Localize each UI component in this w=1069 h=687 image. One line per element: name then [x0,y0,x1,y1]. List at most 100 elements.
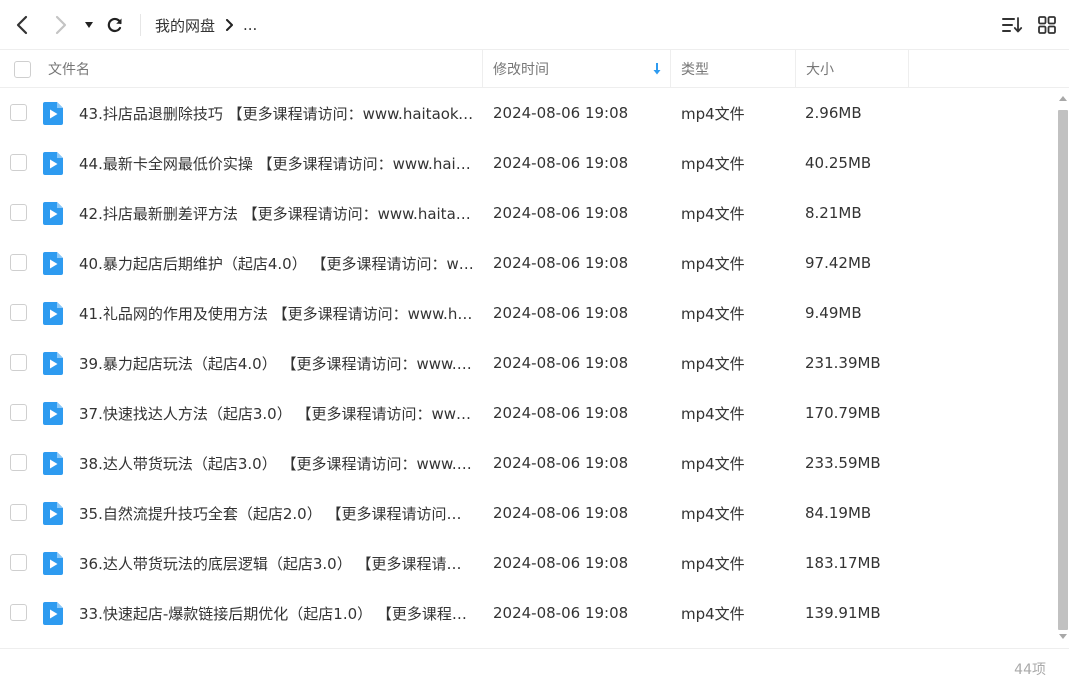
file-name[interactable]: 37.快速找达人方法（起店3.0） 【更多课程请访问：www.haitaoke.… [79,388,474,438]
file-name[interactable]: 33.快速起店-爆款链接后期优化（起店1.0） 【更多课程请访问：www.hai… [79,588,474,638]
select-all-checkbox[interactable] [14,60,31,78]
table-row[interactable]: 39.暴力起店玩法（起店4.0） 【更多课程请访问：www.haitaoke.c… [0,338,1056,388]
toolbar-divider [140,14,141,36]
scrollbar-thumb[interactable] [1058,110,1068,630]
column-divider[interactable] [795,50,796,88]
grid-icon [1038,16,1056,34]
back-button[interactable] [8,10,36,40]
row-checkbox[interactable] [10,454,27,471]
file-type: mp4文件 [681,554,745,573]
video-file-icon [43,552,63,575]
file-name[interactable]: 42.抖店最新删差评方法 【更多课程请访问：www.haitaoke.com】 [79,188,474,238]
file-size: 2.96MB [805,104,862,122]
breadcrumb-chevron-icon [225,19,234,31]
video-file-icon [43,202,63,225]
file-date: 2024-08-06 19:08 [493,154,629,172]
breadcrumb: 我的网盘 ... [155,14,257,36]
video-file-icon [43,452,63,475]
table-row[interactable]: 40.暴力起店后期维护（起店4.0） 【更多课程请访问：www.haitaoke… [0,238,1056,288]
item-count: 44项 [1014,662,1046,678]
file-date: 2024-08-06 19:08 [493,254,629,272]
file-name[interactable]: 43.抖店品退删除技巧 【更多课程请访问：www.haitaoke.com】 [79,88,474,138]
table-row[interactable]: 41.礼品网的作用及使用方法 【更多课程请访问：www.haitaoke.com… [0,288,1056,338]
row-checkbox[interactable] [10,404,27,421]
table-row[interactable]: 33.快速起店-爆款链接后期优化（起店1.0） 【更多课程请访问：www.hai… [0,588,1056,638]
row-checkbox[interactable] [10,154,27,171]
file-type: mp4文件 [681,204,745,223]
file-name[interactable]: 36.达人带货玩法的底层逻辑（起店3.0） 【更多课程请访问：www.haita… [79,538,474,588]
table-row[interactable]: 44.最新卡全网最低价实操 【更多课程请访问：www.haitaoke.com】… [0,138,1056,188]
refresh-button[interactable] [102,10,128,40]
video-file-icon [43,252,63,275]
file-date: 2024-08-06 19:08 [493,304,629,322]
breadcrumb-root[interactable]: 我的网盘 [155,15,215,36]
file-size: 9.49MB [805,304,862,322]
file-type: mp4文件 [681,154,745,173]
table-row[interactable]: 35.自然流提升技巧全套（起店2.0） 【更多课程请访问：www.haitaok… [0,488,1056,538]
file-type: mp4文件 [681,504,745,523]
sort-button[interactable] [998,10,1026,40]
column-divider[interactable] [670,50,671,88]
forward-button[interactable] [47,10,75,40]
column-divider[interactable] [482,50,483,88]
grid-view-button[interactable] [1034,10,1060,40]
file-date: 2024-08-06 19:08 [493,504,629,522]
column-type[interactable]: 类型 [681,50,709,88]
column-modified-label: 修改时间 [493,62,549,78]
file-size: 139.91MB [805,604,881,622]
file-name[interactable]: 39.暴力起店玩法（起店4.0） 【更多课程请访问：www.haitaoke.c… [79,338,474,388]
row-checkbox[interactable] [10,504,27,521]
video-file-icon [43,102,63,125]
caret-down-icon [85,22,93,28]
row-checkbox[interactable] [10,604,27,621]
column-name[interactable]: 文件名 [48,50,90,88]
file-date: 2024-08-06 19:08 [493,604,629,622]
row-checkbox[interactable] [10,254,27,271]
video-file-icon [43,602,63,625]
file-name[interactable]: 40.暴力起店后期维护（起店4.0） 【更多课程请访问：www.haitaoke… [79,238,474,288]
sort-desc-arrow-icon [653,63,661,75]
chevron-left-icon [16,15,28,35]
table-row[interactable]: 38.达人带货玩法（起店3.0） 【更多课程请访问：www.haitaoke.c… [0,438,1056,488]
file-list: 43.抖店品退删除技巧 【更多课程请访问：www.haitaoke.com】 20… [0,88,1056,648]
file-type: mp4文件 [681,354,745,373]
file-date: 2024-08-06 19:08 [493,554,629,572]
video-file-icon [43,502,63,525]
file-size: 97.42MB [805,254,872,272]
column-divider[interactable] [908,50,909,88]
column-modified[interactable]: 修改时间 [493,50,670,88]
vertical-scrollbar[interactable] [1056,88,1069,648]
toolbar: 我的网盘 ... [0,0,1069,50]
file-name[interactable]: 41.礼品网的作用及使用方法 【更多课程请访问：www.haitaoke.com… [79,288,474,338]
refresh-icon [107,17,122,33]
table-row[interactable]: 42.抖店最新删差评方法 【更多课程请访问：www.haitaoke.com】 2… [0,188,1056,238]
scroll-up-arrow-icon[interactable] [1058,95,1068,102]
file-type: mp4文件 [681,304,745,323]
breadcrumb-more[interactable]: ... [243,16,257,34]
table-row[interactable]: 43.抖店品退删除技巧 【更多课程请访问：www.haitaoke.com】 20… [0,88,1056,138]
file-date: 2024-08-06 19:08 [493,404,629,422]
file-type: mp4文件 [681,454,745,473]
row-checkbox[interactable] [10,304,27,321]
scroll-down-arrow-icon[interactable] [1058,633,1068,640]
file-name[interactable]: 35.自然流提升技巧全套（起店2.0） 【更多课程请访问：www.haitaok… [79,488,474,538]
file-name[interactable]: 44.最新卡全网最低价实操 【更多课程请访问：www.haitaoke.com】 [79,138,474,188]
row-checkbox[interactable] [10,554,27,571]
table-row[interactable]: 36.达人带货玩法的底层逻辑（起店3.0） 【更多课程请访问：www.haita… [0,538,1056,588]
file-size: 40.25MB [805,154,872,172]
history-dropdown-button[interactable] [80,10,98,40]
row-checkbox[interactable] [10,354,27,371]
file-date: 2024-08-06 19:08 [493,204,629,222]
column-size[interactable]: 大小 [806,50,834,88]
video-file-icon [43,352,63,375]
file-size: 84.19MB [805,504,872,522]
chevron-right-icon [55,15,67,35]
row-checkbox[interactable] [10,204,27,221]
file-name[interactable]: 38.达人带货玩法（起店3.0） 【更多课程请访问：www.haitaoke.c… [79,438,474,488]
video-file-icon [43,152,63,175]
select-all-checkbox-wrap [14,50,31,88]
row-checkbox[interactable] [10,104,27,121]
table-row[interactable]: 37.快速找达人方法（起店3.0） 【更多课程请访问：www.haitaoke.… [0,388,1056,438]
video-file-icon [43,402,63,425]
file-size: 233.59MB [805,454,881,472]
